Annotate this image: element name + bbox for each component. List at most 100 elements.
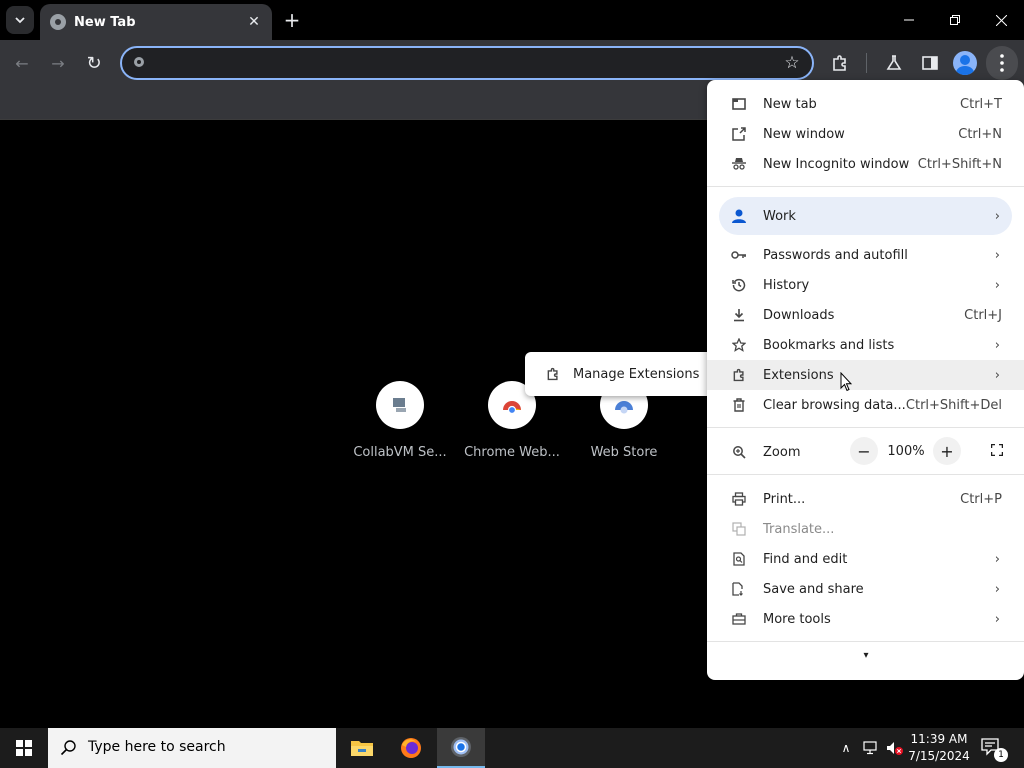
start-button[interactable] [0,728,48,768]
address-bar[interactable]: ☆ [120,46,814,80]
mouse-cursor-icon [840,372,852,392]
tab-search-button[interactable] [6,6,34,34]
file-explorer-button[interactable] [338,728,386,768]
menu-item-shortcut: Ctrl+Shift+N [917,156,1002,172]
menu-item-save-share[interactable]: Save and share › [707,574,1024,604]
menu-item-shortcut: Ctrl+N [958,126,1002,142]
menu-item-more-tools[interactable]: More tools › [707,604,1024,634]
chevron-right-icon: › [994,581,1000,597]
menu-item-bookmarks[interactable]: Bookmarks and lists › [707,330,1024,360]
menu-item-shortcut: Ctrl+T [960,96,1002,112]
chevron-right-icon: › [994,277,1000,293]
chevron-right-icon: › [994,611,1000,627]
zoom-level: 100% [887,443,925,459]
taskbar-clock[interactable]: 11:39 AM 7/15/2024 [908,731,970,765]
extensions-submenu: Manage Extensions [525,352,707,396]
shortcut-collabvm[interactable]: CollabVM Se... [350,381,450,460]
taskbar-search[interactable]: Type here to search [48,728,336,768]
chrome-favicon-icon [50,14,66,30]
menu-item-extensions[interactable]: Extensions › [707,360,1024,390]
firefox-icon [401,738,421,758]
network-icon [863,741,877,755]
firefox-button[interactable] [387,728,435,768]
chrome-web-store-icon [503,401,521,415]
chrome-icon [451,737,471,757]
menu-item-passwords[interactable]: Passwords and autofill › [707,240,1024,270]
menu-item-find-edit[interactable]: Find and edit › [707,544,1024,574]
menu-item-profile-work[interactable]: Work › [719,197,1012,235]
menu-item-translate[interactable]: Translate... [707,514,1024,544]
menu-separator [707,427,1024,428]
more-vert-icon [1000,54,1004,72]
menu-separator [707,641,1024,642]
menu-item-print[interactable]: Print... Ctrl+P [707,484,1024,514]
shortcut-icon [376,381,424,429]
person-icon [731,208,747,224]
menu-item-history[interactable]: History › [707,270,1024,300]
menu-item-label: Find and edit [763,551,848,567]
forward-button[interactable]: → [44,49,72,77]
network-button[interactable] [860,728,882,768]
chevron-right-icon: › [994,337,1000,353]
menu-item-label: Translate... [763,521,835,537]
chrome-menu-button[interactable] [986,46,1018,80]
menu-item-label: New Incognito window [763,156,910,172]
star-icon [731,337,747,353]
site-info-icon [132,55,148,71]
chrome-taskbar-button[interactable] [437,728,485,768]
menu-item-downloads[interactable]: Downloads Ctrl+J [707,300,1024,330]
menu-item-shortcut: Ctrl+J [964,307,1002,323]
menu-item-label: Print... [763,491,806,507]
new-tab-icon [731,96,747,112]
manage-extensions-item[interactable]: Manage Extensions [573,367,699,382]
chevron-right-icon: › [994,247,1000,263]
menu-item-clear-browsing-data[interactable]: Clear browsing data... Ctrl+Shift+Del [707,390,1024,420]
menu-expand-icon[interactable]: ▾ [860,650,872,662]
labs-button[interactable] [880,49,908,77]
folder-icon [351,741,373,756]
maximize-button[interactable] [932,0,978,40]
clock-date: 7/15/2024 [908,749,970,763]
notification-center-button[interactable]: 1 [980,736,1008,762]
close-icon [995,14,1007,26]
translate-icon [731,521,747,537]
clock-time: 11:39 AM [910,732,968,746]
menu-item-label: History [763,277,810,293]
zoom-in-button[interactable]: + [933,437,961,465]
minimize-button[interactable] [886,0,932,40]
new-tab-button[interactable]: + [280,8,304,32]
menu-item-shortcut: Ctrl+P [960,491,1002,507]
find-page-icon [731,551,747,567]
chrome-app-menu: New tab Ctrl+T New window Ctrl+N New Inc… [707,80,1024,680]
chevron-down-icon [15,17,25,24]
profile-avatar[interactable] [953,51,977,75]
menu-item-new-tab[interactable]: New tab Ctrl+T [707,89,1024,119]
puzzle-icon [731,367,747,383]
menu-item-label: Downloads [763,307,835,323]
side-panel-button[interactable] [916,49,944,77]
volume-button[interactable] [884,728,906,768]
reload-button[interactable]: ↻ [80,49,108,77]
menu-item-new-incognito[interactable]: New Incognito window Ctrl+Shift+N [707,149,1024,179]
tray-overflow-button[interactable]: ∧ [836,728,856,768]
shortcut-label: Web Store [590,445,658,460]
restore-icon [950,15,960,25]
menu-item-new-window[interactable]: New window Ctrl+N [707,119,1024,149]
bookmark-star-icon[interactable]: ☆ [782,53,802,73]
extensions-button[interactable] [826,49,854,77]
close-window-button[interactable] [978,0,1024,40]
puzzle-icon [545,366,561,382]
flask-icon [886,55,902,70]
download-icon [731,307,747,323]
zoom-out-button[interactable]: − [850,437,878,465]
fullscreen-button[interactable] [985,438,1009,462]
save-page-icon [731,581,747,597]
back-button[interactable]: ← [8,49,36,77]
tab-new-tab[interactable]: New Tab ✕ [40,4,272,40]
chevron-right-icon: › [994,208,1000,224]
menu-item-label: More tools [763,611,831,627]
shortcut-label: CollabVM Se... [353,445,447,460]
key-icon [731,247,747,263]
address-input[interactable] [156,52,776,74]
tab-close-icon[interactable]: ✕ [246,14,262,30]
